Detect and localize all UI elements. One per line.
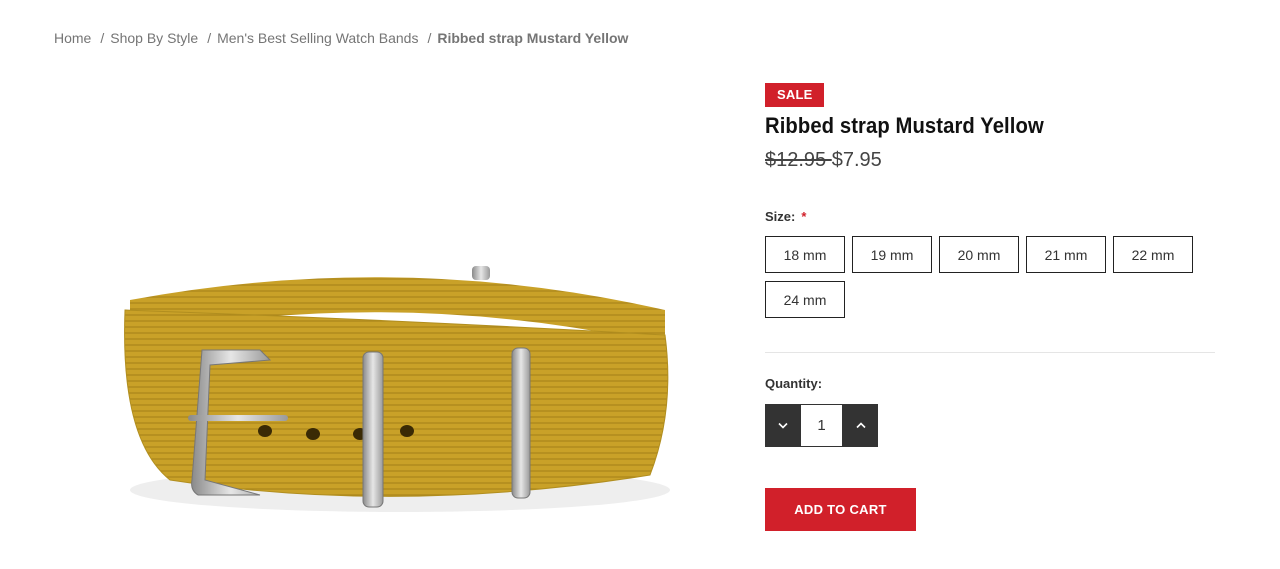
divider <box>765 352 1215 353</box>
product-details: SALE Ribbed strap Mustard Yellow $12.95 … <box>765 83 1215 531</box>
product-image <box>110 240 690 540</box>
price: $12.95 $7.95 <box>765 149 1215 172</box>
size-label-text: Size: <box>765 209 796 224</box>
old-price: $12.95 <box>765 149 832 171</box>
breadcrumb-separator: / <box>100 30 105 46</box>
sale-badge: SALE <box>765 83 825 107</box>
quantity-label: Quantity: <box>765 376 823 391</box>
breadcrumb: Home / Shop By Style / Men's Best Sellin… <box>54 30 628 46</box>
required-mark: * <box>801 209 807 224</box>
chevron-down-icon <box>777 422 788 429</box>
sale-price: $7.95 <box>831 149 882 171</box>
quantity-increase-button[interactable] <box>843 404 878 447</box>
quantity-decrease-button[interactable] <box>765 404 800 447</box>
size-options: 18 mm 19 mm 20 mm 21 mm 22 mm 24 mm <box>765 236 1215 326</box>
breadcrumb-separator: / <box>207 30 212 46</box>
product-title: Ribbed strap Mustard Yellow <box>765 113 1044 138</box>
watch-strap-illustration <box>124 266 670 512</box>
size-option-19mm[interactable]: 19 mm <box>852 236 932 273</box>
quantity-input[interactable] <box>800 404 843 447</box>
breadcrumb-separator: / <box>427 30 432 46</box>
size-label: Size: * <box>765 209 1215 224</box>
size-option-22mm[interactable]: 22 mm <box>1113 236 1193 273</box>
size-option-18mm[interactable]: 18 mm <box>765 236 845 273</box>
add-to-cart-button[interactable]: ADD TO CART <box>765 488 916 531</box>
size-option-24mm[interactable]: 24 mm <box>765 281 845 318</box>
breadcrumb-home[interactable]: Home <box>54 30 91 46</box>
size-option-21mm[interactable]: 21 mm <box>1026 236 1106 273</box>
breadcrumb-current: Ribbed strap Mustard Yellow <box>437 30 629 46</box>
size-option-20mm[interactable]: 20 mm <box>939 236 1019 273</box>
breadcrumb-shop-by-style[interactable]: Shop By Style <box>110 30 198 46</box>
chevron-up-icon <box>855 422 866 429</box>
quantity-stepper <box>765 404 878 447</box>
breadcrumb-mens-best-selling[interactable]: Men's Best Selling Watch Bands <box>217 30 418 46</box>
